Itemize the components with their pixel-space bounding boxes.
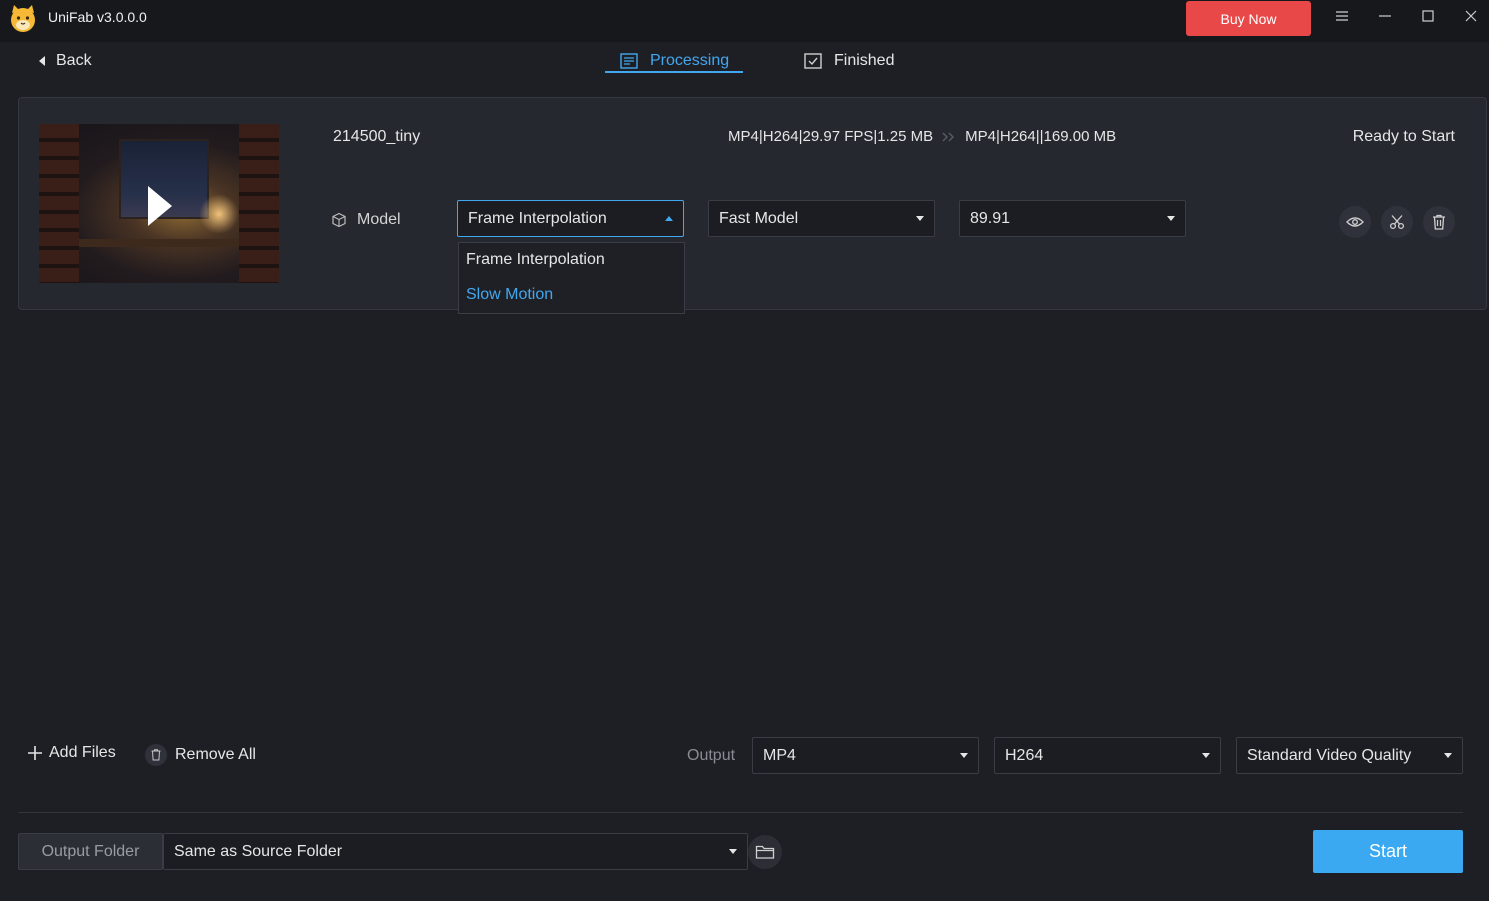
add-files-button[interactable]: Add Files (27, 744, 116, 762)
browse-folder-button[interactable] (748, 835, 782, 869)
caret-down-icon (1444, 753, 1452, 758)
scissors-icon (1389, 215, 1405, 230)
dropdown-option-frame-interpolation[interactable]: Frame Interpolation (466, 251, 605, 269)
output-format-select[interactable]: MP4 (752, 737, 979, 774)
minimize-icon[interactable] (1370, 4, 1400, 28)
caret-down-icon (1167, 216, 1175, 221)
target-format: MP4|H264||169.00 MB (965, 128, 1117, 145)
speed-select[interactable]: Fast Model (708, 200, 935, 237)
app-title: UniFab v3.0.0.0 (48, 9, 147, 25)
value-select[interactable]: 89.91 (959, 200, 1186, 237)
back-button[interactable]: Back (38, 50, 92, 72)
model-select[interactable]: Frame Interpolation (457, 200, 684, 237)
remove-all-label: Remove All (175, 746, 256, 763)
trash-icon (145, 744, 167, 766)
output-label: Output (687, 747, 736, 764)
play-icon[interactable] (148, 186, 172, 226)
arrow-right-icon (942, 132, 955, 141)
output-folder-button[interactable]: Output Folder (18, 833, 163, 870)
caret-down-icon (916, 216, 924, 221)
output-format-value: MP4 (763, 746, 796, 764)
maximize-icon[interactable] (1413, 4, 1443, 28)
caret-up-icon (665, 216, 673, 221)
output-folder-value: Same as Source Folder (174, 842, 343, 860)
chevron-left-icon (39, 56, 45, 66)
task-status: Ready to Start (1352, 128, 1455, 145)
close-icon[interactable] (1456, 4, 1486, 28)
video-thumbnail[interactable] (39, 124, 279, 283)
finished-check-icon (804, 53, 822, 69)
delete-button[interactable] (1423, 206, 1455, 238)
title-bar: UniFab v3.0.0.0 Buy Now (0, 0, 1489, 42)
footer-divider (18, 812, 1463, 813)
plus-icon (28, 746, 42, 760)
task-card: 214500_tiny MP4|H264|29.97 FPS|1.25 MB M… (18, 97, 1487, 314)
back-label: Back (56, 52, 92, 69)
caret-down-icon (960, 753, 968, 758)
cube-icon (332, 212, 346, 228)
source-format: MP4|H264|29.97 FPS|1.25 MB (728, 128, 934, 145)
tab-finished-label: Finished (834, 52, 895, 69)
model-label: Model (331, 211, 401, 229)
preview-button[interactable] (1339, 206, 1371, 238)
quality-select[interactable]: Standard Video Quality (1236, 737, 1463, 774)
caret-down-icon (1202, 753, 1210, 758)
add-files-label: Add Files (49, 744, 116, 761)
quality-value: Standard Video Quality (1247, 746, 1412, 764)
buy-now-button[interactable]: Buy Now (1186, 1, 1311, 36)
start-button[interactable]: Start (1313, 830, 1463, 873)
processing-list-icon (620, 53, 638, 69)
codec-select[interactable]: H264 (994, 737, 1221, 774)
active-tab-indicator (605, 71, 743, 73)
caret-down-icon (729, 849, 737, 854)
app-logo-icon (8, 3, 38, 33)
menu-icon[interactable] (1327, 4, 1357, 28)
model-dropdown-menu: Frame Interpolation Slow Motion (458, 242, 685, 314)
model-label-text: Model (357, 211, 401, 228)
folder-icon (755, 845, 775, 859)
eye-icon (1346, 217, 1364, 227)
format-info: MP4|H264|29.97 FPS|1.25 MB MP4|H264||169… (728, 128, 1116, 145)
trim-button[interactable] (1381, 206, 1413, 238)
codec-value: H264 (1005, 746, 1044, 764)
trash-icon (1433, 214, 1445, 230)
tab-processing-label: Processing (650, 52, 730, 69)
speed-select-value: Fast Model (719, 209, 799, 227)
tab-finished[interactable]: Finished (804, 48, 894, 74)
dropdown-option-slow-motion[interactable]: Slow Motion (466, 286, 553, 304)
output-folder-select[interactable]: Same as Source Folder (163, 833, 748, 870)
model-select-value: Frame Interpolation (468, 209, 607, 227)
file-name: 214500_tiny (333, 128, 421, 145)
value-select-value: 89.91 (970, 209, 1011, 227)
remove-all-button[interactable]: Remove All (145, 744, 256, 766)
